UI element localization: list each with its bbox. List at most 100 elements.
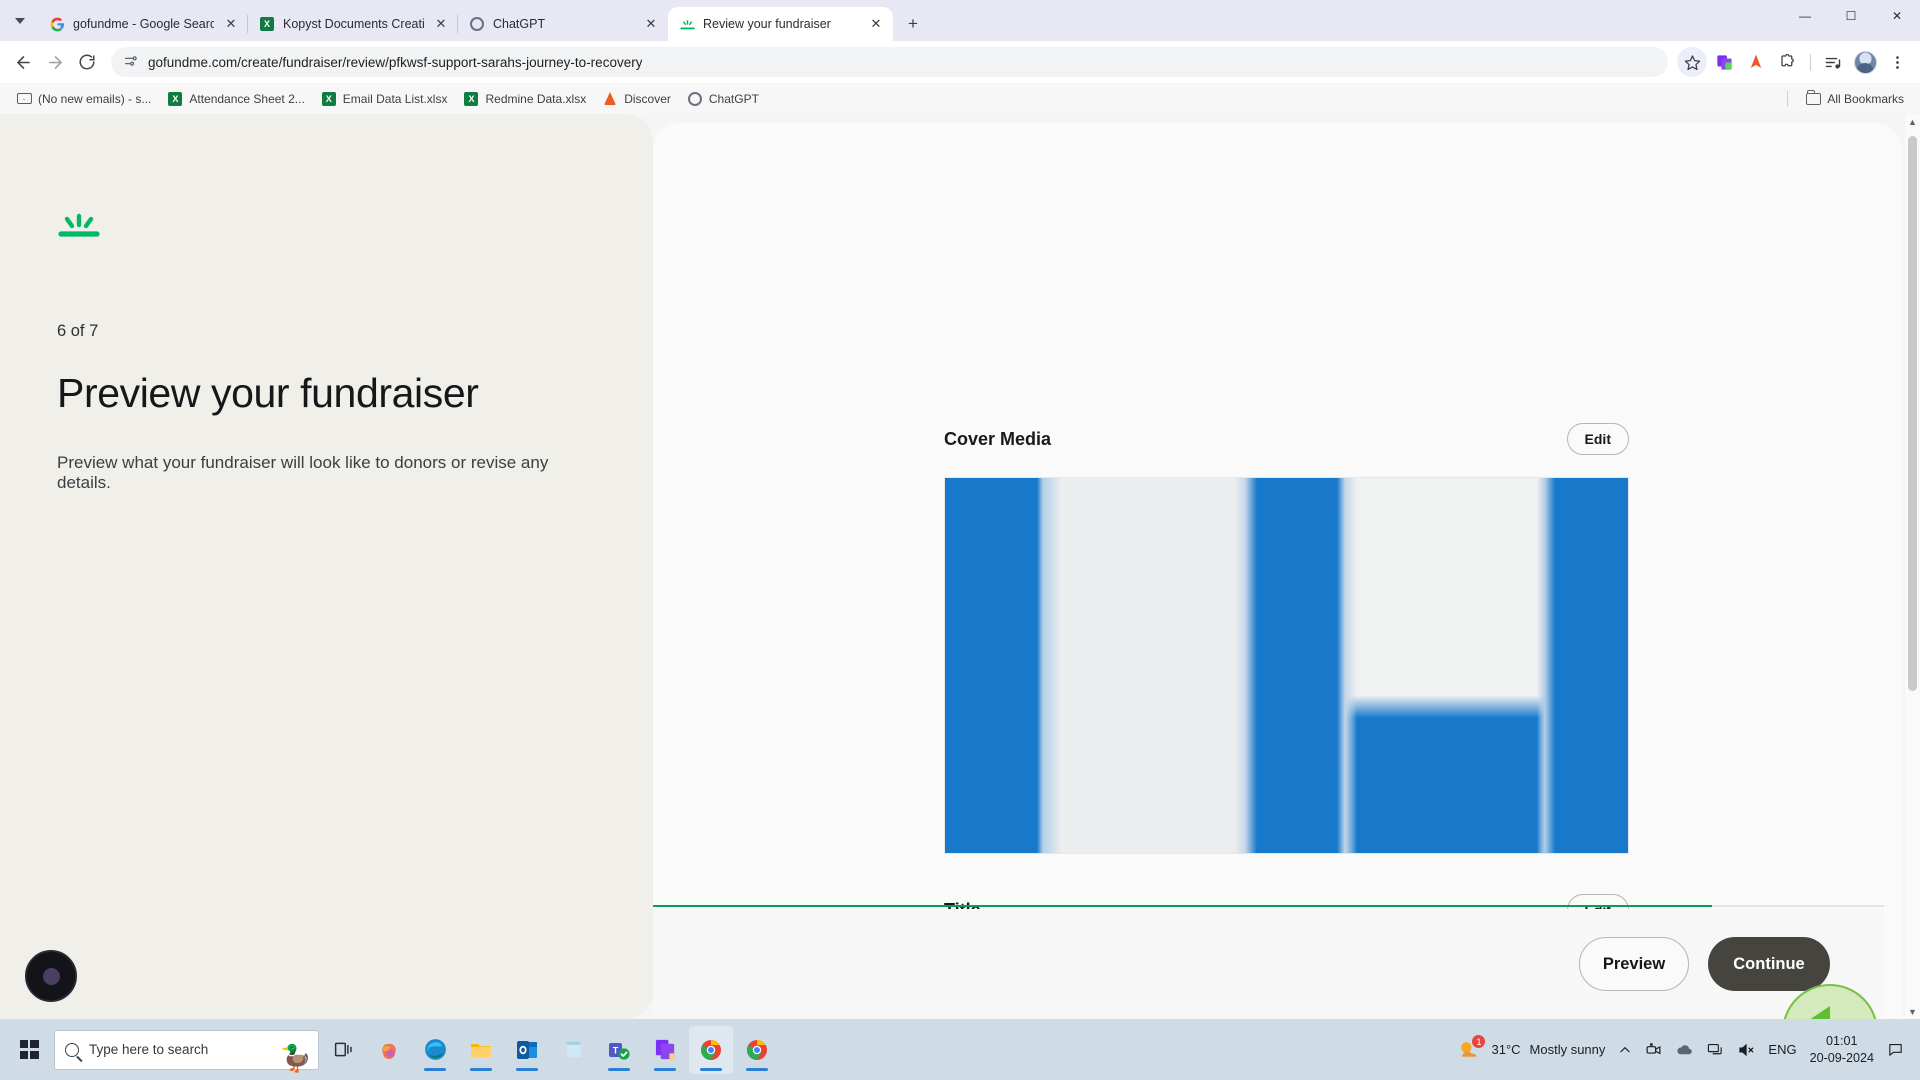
- chrome-icon[interactable]: [689, 1025, 733, 1074]
- mail-icon: [16, 91, 32, 106]
- site-settings-icon[interactable]: [123, 53, 139, 72]
- windows-taskbar: Type here to search 🦆 T 1 31°C Mostly su…: [0, 1019, 1920, 1080]
- bookmark-label: (No new emails) - s...: [38, 91, 152, 106]
- scroll-down-arrow-icon[interactable]: ▼: [1905, 1004, 1920, 1019]
- address-bar-url: gofundme.com/create/fundraiser/review/pf…: [148, 54, 643, 70]
- maximize-button[interactable]: ☐: [1828, 0, 1874, 32]
- footer-actions: Preview Continue: [653, 909, 1884, 1019]
- discover-extension-icon[interactable]: [1741, 47, 1771, 77]
- bookmark-item-3[interactable]: Redmine Data.xlsx: [456, 88, 593, 109]
- show-hidden-icons-chevron[interactable]: [1618, 1043, 1632, 1057]
- webcam-bubble[interactable]: [25, 950, 77, 1002]
- section-cover-media: Cover Media Edit: [944, 423, 1629, 854]
- right-panel: Cover Media Edit Title Edit: [653, 114, 1920, 1019]
- bookmark-label: Redmine Data.xlsx: [485, 91, 587, 106]
- bookmark-label: ChatGPT: [708, 91, 759, 106]
- search-placeholder: Type here to search: [89, 1042, 209, 1057]
- onedrive-cloud-icon[interactable]: [1675, 1040, 1694, 1059]
- address-bar[interactable]: gofundme.com/create/fundraiser/review/pf…: [111, 47, 1668, 77]
- bookmark-label: Discover: [624, 91, 671, 106]
- bookmark-item-2[interactable]: Email Data List.xlsx: [314, 88, 455, 109]
- windows-logo-icon: [19, 1040, 39, 1059]
- scrollbar-thumb[interactable]: [1908, 136, 1917, 691]
- window-controls: — ☐ ✕: [1782, 0, 1920, 41]
- file-explorer-icon[interactable]: [459, 1026, 503, 1074]
- bookmark-item-5[interactable]: ChatGPT: [680, 88, 766, 109]
- tab-title: Review your fundraiser: [703, 17, 831, 31]
- chatgpt-icon: [469, 16, 485, 32]
- start-button[interactable]: [6, 1026, 52, 1074]
- notification-center-icon[interactable]: [1887, 1041, 1904, 1058]
- forward-button[interactable]: [40, 47, 70, 77]
- bookmark-label: Email Data List.xlsx: [342, 91, 448, 106]
- bookmarks-divider: [1787, 90, 1789, 107]
- excel-icon: [259, 16, 275, 32]
- edge-icon[interactable]: [413, 1026, 457, 1074]
- close-icon[interactable]: ✕: [432, 15, 450, 33]
- edit-cover-media-button[interactable]: Edit: [1566, 423, 1629, 455]
- back-button[interactable]: [8, 47, 38, 77]
- excel-icon: [167, 91, 183, 106]
- camera-icon[interactable]: [1645, 1041, 1662, 1058]
- browser-toolbar: gofundme.com/create/fundraiser/review/pf…: [0, 41, 1920, 83]
- extensions-icon[interactable]: [1773, 47, 1803, 77]
- clock-widget[interactable]: 01:01 20-09-2024: [1810, 1033, 1874, 1065]
- kopyst-icon[interactable]: [643, 1026, 687, 1074]
- copilot-icon[interactable]: [367, 1026, 411, 1074]
- outlook-icon[interactable]: [505, 1026, 549, 1074]
- media-controls-icon[interactable]: [1818, 47, 1848, 77]
- chatgpt-icon: [687, 91, 703, 106]
- gofundme-icon: [679, 16, 695, 32]
- all-bookmarks-button[interactable]: All Bookmarks: [1798, 88, 1911, 109]
- close-icon[interactable]: ✕: [642, 15, 660, 33]
- continue-button[interactable]: Continue: [1708, 937, 1830, 991]
- tab-title: ChatGPT: [493, 17, 546, 31]
- reload-button[interactable]: [72, 47, 102, 77]
- section-heading: Cover Media: [944, 428, 1052, 449]
- google-icon: [49, 16, 65, 32]
- task-view-icon[interactable]: [321, 1026, 365, 1074]
- language-indicator[interactable]: ENG: [1768, 1042, 1796, 1057]
- network-icon[interactable]: [1707, 1041, 1724, 1058]
- search-icon: [65, 1042, 79, 1057]
- chrome-menu-icon[interactable]: [1882, 47, 1912, 77]
- taskbar-search-input[interactable]: Type here to search 🦆: [54, 1029, 319, 1071]
- close-window-button[interactable]: ✕: [1874, 0, 1920, 32]
- page-title: Preview your fundraiser: [57, 370, 479, 416]
- minimize-button[interactable]: —: [1782, 0, 1828, 32]
- chevron-down-icon: [15, 17, 25, 24]
- weather-widget[interactable]: 1 31°C Mostly sunny: [1457, 1035, 1606, 1062]
- progress-bar-fill: [653, 905, 1712, 907]
- profile-avatar[interactable]: [1850, 47, 1880, 77]
- page-viewport: 6 of 7 Preview your fundraiser Preview w…: [0, 114, 1920, 1019]
- review-sections: Cover Media Edit Title Edit: [944, 123, 1629, 1019]
- chrome-icon[interactable]: [735, 1026, 779, 1074]
- bookmark-star-icon[interactable]: [1677, 47, 1707, 77]
- weather-condition-label: Mostly sunny: [1529, 1042, 1606, 1057]
- preview-button[interactable]: Preview: [1579, 937, 1689, 991]
- browser-tab-3[interactable]: ChatGPT ✕: [457, 7, 668, 41]
- scroll-up-arrow-icon[interactable]: ▲: [1905, 114, 1920, 129]
- bookmark-item-4[interactable]: Discover: [595, 88, 678, 109]
- page-scrollbar[interactable]: ▲ ▼: [1905, 114, 1920, 1019]
- teams-icon[interactable]: T: [597, 1026, 641, 1074]
- close-icon[interactable]: ✕: [867, 15, 885, 33]
- volume-muted-icon[interactable]: [1737, 1041, 1755, 1059]
- browser-tab-2[interactable]: Kopyst Documents Creation.xlsx ✕: [247, 7, 458, 41]
- bookmark-item-0[interactable]: (No new emails) - s...: [9, 88, 158, 109]
- system-tray: 1 31°C Mostly sunny ENG 01:01 20-09-2024: [1457, 1033, 1914, 1065]
- browser-tab-4[interactable]: Review your fundraiser ✕: [668, 7, 893, 41]
- bookmark-item-1[interactable]: Attendance Sheet 2...: [160, 88, 311, 109]
- tab-search-button[interactable]: [2, 0, 38, 41]
- left-panel: 6 of 7 Preview your fundraiser Preview w…: [0, 114, 653, 1019]
- store-icon[interactable]: [551, 1026, 595, 1074]
- page-subtitle: Preview what your fundraiser will look l…: [57, 452, 549, 492]
- new-tab-button[interactable]: +: [899, 10, 927, 38]
- tab-title: gofundme - Google Search: [73, 17, 214, 31]
- kopyst-extension-icon[interactable]: [1709, 47, 1739, 77]
- tab-strip: gofundme - Google Search ✕ Kopyst Docume…: [0, 0, 1920, 41]
- review-card: Cover Media Edit Title Edit: [653, 123, 1902, 1019]
- cover-media-image[interactable]: [944, 477, 1629, 854]
- browser-tab-1[interactable]: gofundme - Google Search ✕: [38, 7, 248, 41]
- close-icon[interactable]: ✕: [222, 15, 240, 33]
